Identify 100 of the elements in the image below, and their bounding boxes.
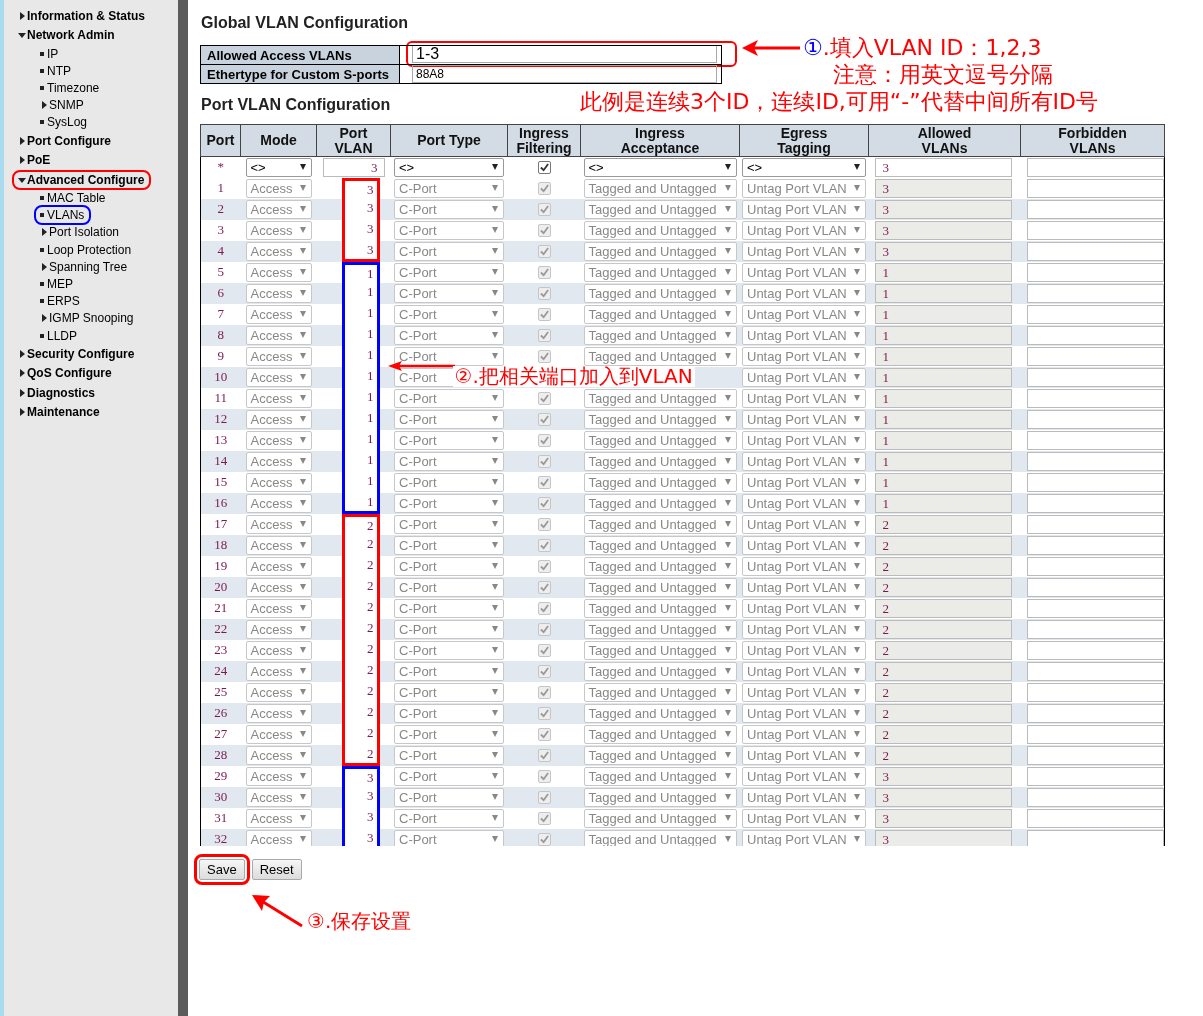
port-number: 5 xyxy=(200,262,241,283)
reset-button[interactable]: Reset xyxy=(251,859,302,880)
caret-icon xyxy=(492,752,498,758)
forbidden-vlans-field[interactable] xyxy=(1026,766,1164,786)
nav-link[interactable]: PoE xyxy=(27,153,51,168)
caret-icon xyxy=(724,353,731,359)
nav-link[interactable]: Advanced Configure xyxy=(27,172,145,187)
forbidden-vlans-field[interactable] xyxy=(1026,535,1164,555)
text-field[interactable]: 1-3 xyxy=(412,45,717,63)
forbidden-vlans-field[interactable] xyxy=(1026,430,1164,450)
caret-icon xyxy=(854,269,860,275)
caret-icon xyxy=(724,836,731,842)
forbidden-vlans-field[interactable] xyxy=(1026,283,1164,303)
forbidden-vlans-field[interactable] xyxy=(1026,745,1164,765)
forbidden-vlans-field[interactable] xyxy=(1026,199,1164,219)
caret-right-icon[interactable] xyxy=(18,388,26,397)
nav-link[interactable]: SNMP xyxy=(49,98,84,113)
nav-link[interactable]: IGMP Snooping xyxy=(49,311,134,326)
caret-icon xyxy=(299,353,306,359)
save-button[interactable]: Save xyxy=(199,859,245,880)
forbidden-vlans-field[interactable] xyxy=(1026,808,1164,828)
forbidden-vlans-field[interactable] xyxy=(1026,619,1164,639)
caret-right-icon[interactable] xyxy=(40,314,48,323)
caret-down-icon[interactable] xyxy=(18,175,26,184)
mode-select[interactable]: <> xyxy=(245,157,312,177)
port-type-select[interactable]: <> xyxy=(394,157,504,177)
annotation-tooltip: ③.保存设置 xyxy=(305,911,414,932)
caret-right-icon[interactable] xyxy=(18,349,26,358)
acceptance-select[interactable]: <> xyxy=(583,157,737,177)
forbidden-vlans-field[interactable] xyxy=(1026,451,1164,471)
forbidden-vlans-field[interactable] xyxy=(1026,220,1164,240)
nav-link[interactable]: ERPS xyxy=(47,294,80,309)
caret-icon xyxy=(724,332,731,338)
forbidden-vlans-field[interactable] xyxy=(1026,346,1164,366)
forbidden-vlans-field[interactable] xyxy=(1026,661,1164,681)
forbidden-vlans-field[interactable] xyxy=(1026,409,1164,429)
nav-link[interactable]: LLDP xyxy=(47,328,78,343)
nav-link[interactable]: SysLog xyxy=(47,115,88,130)
nav-link[interactable]: Information & Status xyxy=(27,8,145,23)
caret-icon xyxy=(492,332,498,338)
allowed-vlans-field[interactable]: 3 xyxy=(874,157,1012,177)
forbidden-vlans-field[interactable] xyxy=(1026,640,1164,660)
caret-icon xyxy=(299,521,306,527)
forbidden-vlans-field[interactable] xyxy=(1026,682,1164,702)
nav-link[interactable]: Spanning Tree xyxy=(49,259,128,274)
nav-link[interactable]: Loop Protection xyxy=(47,242,132,257)
column-header: Port xyxy=(200,124,241,157)
nav-link[interactable]: VLANs xyxy=(47,208,85,223)
nav-link[interactable]: Security Configure xyxy=(27,346,135,361)
caret-right-icon[interactable] xyxy=(18,369,26,378)
column-header: Forbidden VLANs xyxy=(1020,124,1165,157)
caret-icon xyxy=(299,605,306,611)
caret-right-icon[interactable] xyxy=(18,11,26,20)
caret-icon xyxy=(854,374,860,380)
forbidden-vlans-field[interactable] xyxy=(1026,724,1164,744)
caret-right-icon[interactable] xyxy=(18,136,26,145)
forbidden-vlans-field[interactable] xyxy=(1026,157,1164,177)
bullet-icon xyxy=(40,85,44,90)
forbidden-vlans-field[interactable] xyxy=(1026,178,1164,198)
forbidden-vlans-field[interactable] xyxy=(1026,304,1164,324)
caret-icon xyxy=(724,773,731,779)
forbidden-vlans-field[interactable] xyxy=(1026,472,1164,492)
forbidden-vlans-field[interactable] xyxy=(1026,241,1164,261)
forbidden-vlans-field[interactable] xyxy=(1026,829,1164,846)
nav-link[interactable]: Maintenance xyxy=(27,405,100,420)
tagging-select[interactable]: <> xyxy=(742,157,866,177)
forbidden-vlans-field[interactable] xyxy=(1026,367,1164,387)
nav-link[interactable]: QoS Configure xyxy=(27,366,112,381)
caret-right-icon[interactable] xyxy=(40,228,48,237)
port-number: 7 xyxy=(200,304,241,325)
forbidden-vlans-field[interactable] xyxy=(1026,388,1164,408)
caret-down-icon[interactable] xyxy=(18,31,26,40)
checkbox[interactable] xyxy=(537,161,551,175)
nav-link[interactable]: Port Configure xyxy=(27,133,111,148)
nav-link[interactable]: IP xyxy=(47,46,59,61)
nav-link[interactable]: MEP xyxy=(47,276,73,291)
column-header: Allowed VLANs xyxy=(868,124,1021,157)
forbidden-vlans-field[interactable] xyxy=(1026,262,1164,282)
port-vlan-field[interactable]: 3 xyxy=(322,158,385,177)
forbidden-vlans-field[interactable] xyxy=(1026,514,1164,534)
nav-link[interactable]: Port Isolation xyxy=(49,225,120,240)
forbidden-vlans-field[interactable] xyxy=(1026,556,1164,576)
caret-right-icon[interactable] xyxy=(18,408,26,417)
nav-link[interactable]: Timezone xyxy=(47,80,100,95)
forbidden-vlans-field[interactable] xyxy=(1026,577,1164,597)
nav-link[interactable]: Diagnostics xyxy=(27,385,95,400)
nav-link[interactable]: Network Admin xyxy=(27,28,115,43)
port-number: 18 xyxy=(200,535,241,556)
caret-right-icon[interactable] xyxy=(40,262,48,271)
nav-link[interactable]: NTP xyxy=(47,63,71,78)
forbidden-vlans-field[interactable] xyxy=(1026,703,1164,723)
caret-right-icon[interactable] xyxy=(40,101,48,110)
text-field[interactable]: 88A8 xyxy=(412,65,717,83)
forbidden-vlans-field[interactable] xyxy=(1026,325,1164,345)
caret-right-icon[interactable] xyxy=(18,156,26,165)
caret-icon xyxy=(299,773,306,779)
nav-link[interactable]: MAC Table xyxy=(47,191,106,206)
forbidden-vlans-field[interactable] xyxy=(1026,787,1164,807)
forbidden-vlans-field[interactable] xyxy=(1026,493,1164,513)
forbidden-vlans-field[interactable] xyxy=(1026,598,1164,618)
